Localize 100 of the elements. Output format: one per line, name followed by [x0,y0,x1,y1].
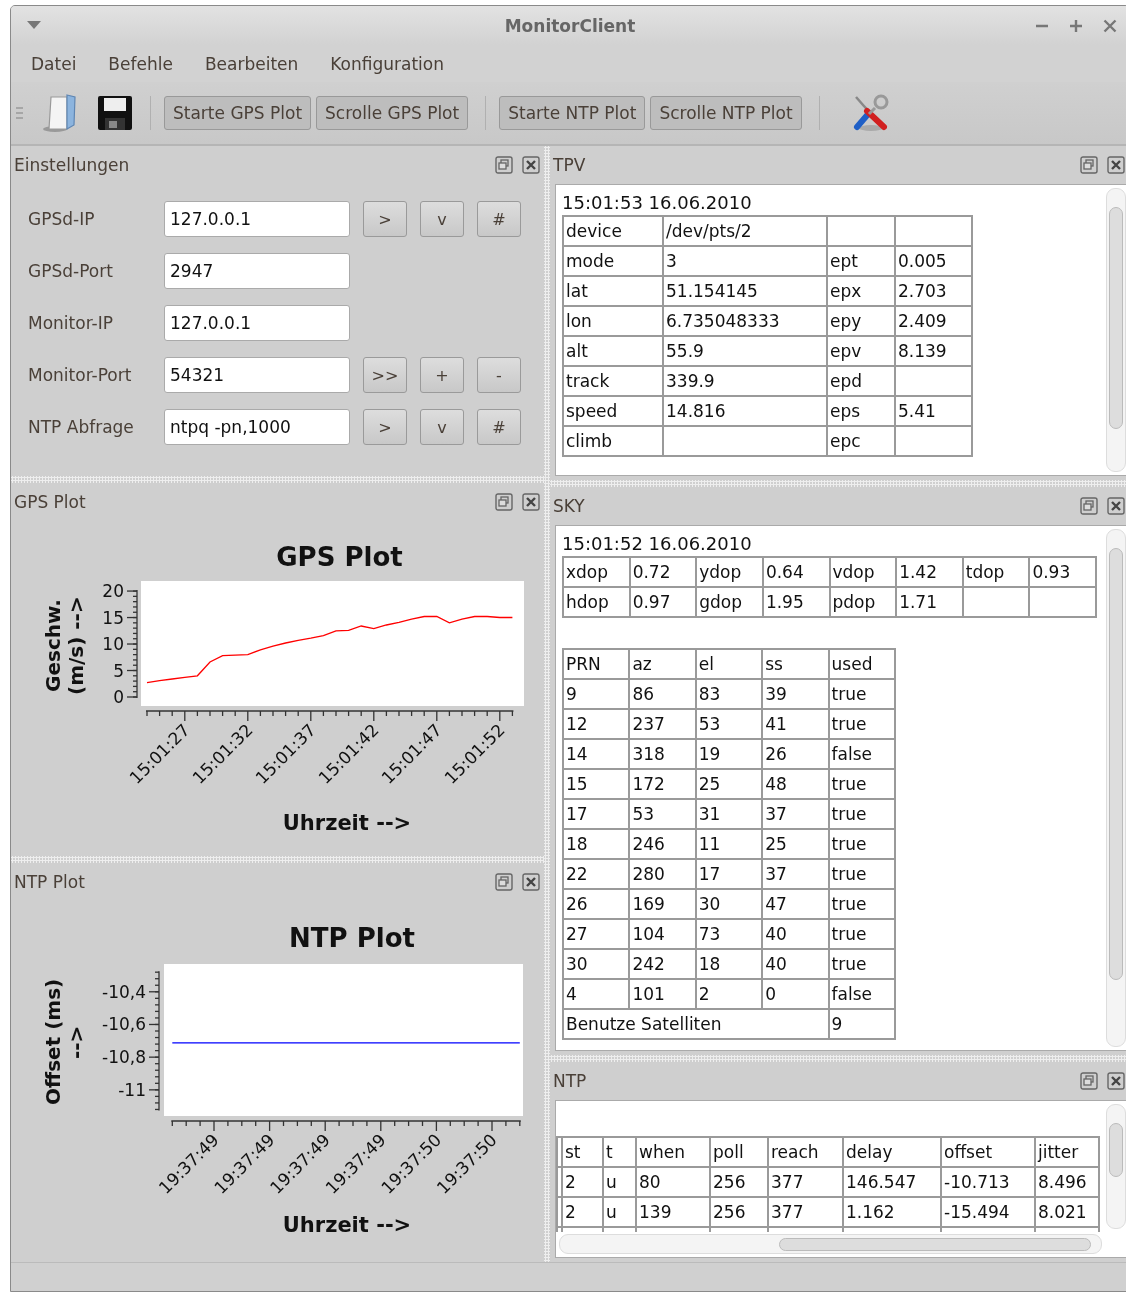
close-icon[interactable] [1107,497,1125,515]
close-icon[interactable] [1107,1072,1125,1090]
action-button[interactable]: # [477,201,521,237]
input-field[interactable]: 127.0.0.1 [164,201,350,237]
column-header: PRN [563,649,630,679]
splitter-handle[interactable] [550,1055,1126,1062]
menu-item[interactable]: Befehle [108,53,173,74]
panel-title: Einstellungen [14,155,130,175]
action-button[interactable]: > [363,409,407,445]
close-icon[interactable] [1103,18,1117,33]
table-cell: true [828,949,895,979]
table-cell: eps [827,396,895,426]
table-cell: 30 [563,949,630,979]
dropdown-arrow-icon[interactable] [27,21,41,30]
input-field[interactable]: 127.0.0.1 [164,305,350,341]
axis-title: Uhrzeit --> [282,811,412,835]
column-header: offset [941,1137,1035,1167]
table-cell: 3 [663,246,827,276]
grip-icon[interactable] [16,107,23,119]
close-icon[interactable] [1107,156,1125,174]
table-cell: true [828,859,895,889]
column-header: reach [768,1137,843,1167]
table-cell: 12 [563,709,630,739]
panel-title: TPV [553,155,586,175]
action-button[interactable]: v [420,201,464,237]
table-cell: xdop [563,557,630,587]
table-cell: 2.703 [895,276,972,306]
table-cell: 37 [762,859,829,889]
table-cell: 377 [768,1167,843,1197]
table-cell: 318 [629,739,696,769]
table-cell: 22 [563,859,630,889]
table-cell: u [603,1167,636,1197]
folder-icon[interactable] [41,93,79,133]
float-icon[interactable] [1080,497,1098,515]
splitter-handle[interactable] [544,146,550,1262]
toolbar-button[interactable]: Starte GPS Plot [164,96,312,130]
table-cell: 256 [710,1167,768,1197]
action-button[interactable]: >> [363,357,407,393]
action-button[interactable]: + [420,357,464,393]
splitter-handle[interactable] [11,476,544,483]
toolbar-button[interactable]: Scrolle NTP Plot [650,96,802,130]
window-title: MonitorClient [504,15,636,36]
table-cell: 30 [695,889,763,919]
table-cell: 18 [695,949,763,979]
table-cell: alt [563,336,663,366]
chart-title: NTP Plot [289,922,415,955]
table-cell: false [828,979,895,1009]
menu-item[interactable]: Konfiguration [330,53,445,74]
close-icon[interactable] [522,873,540,891]
table-cell: 0.64 [762,557,830,587]
float-icon[interactable] [1080,156,1098,174]
close-icon[interactable] [522,493,540,511]
input-field[interactable]: 54321 [164,357,350,393]
float-icon[interactable] [495,493,513,511]
save-icon[interactable] [97,95,133,131]
toolbar-button[interactable]: Scrolle GPS Plot [316,96,469,130]
table-cell: 2 [562,1197,603,1227]
table-cell: 2.409 [895,306,972,336]
float-icon[interactable] [495,873,513,891]
input-field[interactable]: ntpq -pn,1000 [164,409,350,445]
scrollbar[interactable] [1106,188,1126,472]
table-cell: 139 [636,1197,710,1227]
splitter-handle[interactable] [11,856,544,863]
table-cell: 40 [762,919,829,949]
table-cell: 1.42 [896,557,963,587]
scrollbar[interactable] [559,1234,1102,1254]
table-cell: 80 [636,1167,710,1197]
table-cell: 83 [695,679,763,709]
float-icon[interactable] [495,156,513,174]
menu-item[interactable]: Datei [31,53,77,74]
menu-item[interactable]: Bearbeiten [204,53,299,74]
action-button[interactable]: - [477,357,521,393]
field-label: GPSd-Port [28,261,114,281]
action-button[interactable]: # [477,409,521,445]
input-field[interactable]: 2947 [164,253,350,289]
table-cell: 26 [563,889,630,919]
action-button[interactable]: > [363,201,407,237]
column-header: el [695,649,763,679]
scrollbar[interactable] [1106,529,1126,1047]
table-cell: true [828,709,895,739]
close-icon[interactable] [522,156,540,174]
table-cell: 146.547 [843,1167,941,1197]
table-cell: epc [827,426,895,456]
table-cell: 2 [695,979,763,1009]
float-icon[interactable] [1080,1072,1098,1090]
action-button[interactable]: v [420,409,464,445]
table-cell: epy [827,306,895,336]
splitter-handle[interactable] [550,480,1126,487]
table-cell: true [828,919,895,949]
toolbar-button[interactable]: Starte NTP Plot [499,96,646,130]
table-cell: 53 [629,799,696,829]
table-cell: lat [563,276,663,306]
table-cell: 19 [695,739,763,769]
scrollbar[interactable] [1106,1104,1126,1229]
maximize-icon[interactable] [1069,18,1083,33]
table-cell: tdop [962,557,1030,587]
table-cell: 55.9 [663,336,827,366]
table-cell: 15 [563,769,630,799]
table-cell: 51.154145 [663,276,827,306]
axis-title: Uhrzeit --> [282,1213,412,1237]
